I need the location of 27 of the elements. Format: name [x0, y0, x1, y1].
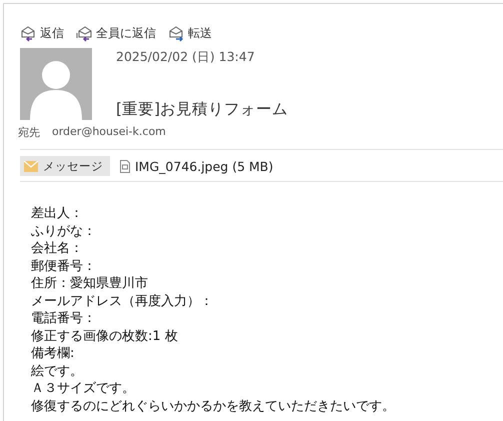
body-text-line: 備考欄: — [31, 345, 76, 362]
body-text-line: 修正する画像の枚数:1 枚 — [31, 328, 179, 345]
file-icon — [120, 160, 130, 172]
body-text-line: 差出人： — [31, 205, 84, 222]
email-subject: [重要]お見積りフォーム — [116, 99, 288, 120]
sent-date: 2025/02/02 (日) 13:47 — [116, 49, 256, 66]
body-text-line: メールアドレス（再度入力）： — [31, 292, 214, 310]
attachment-tab[interactable]: IMG_0746.jpeg (5 MB) — [116, 156, 278, 176]
reply-all-icon — [76, 24, 93, 42]
body-text-line: 電話番号： — [31, 310, 97, 328]
reply-icon — [20, 24, 37, 42]
body-text-line: 絵です。 — [31, 362, 84, 380]
recipient-label: 宛先 — [18, 125, 40, 140]
body-text-line: 修復するのにどれぐらいかかるかを教えていただきたいです。 — [31, 398, 396, 415]
body-text-line: 郵便番号： — [31, 258, 97, 275]
message-tab[interactable]: メッセージ — [20, 156, 110, 176]
avatar-icon — [20, 48, 92, 120]
reply-all-button[interactable]: 全員に返信 — [76, 24, 156, 42]
body-text-line: 住所：愛知県豊川市 — [31, 275, 149, 292]
body-text-line: Ａ３サイズです。 — [31, 380, 136, 398]
envelope-icon — [24, 160, 38, 172]
forward-button[interactable]: 転送 — [168, 24, 212, 42]
body-text-line: ふりがな： — [31, 222, 97, 240]
reply-button[interactable]: 返信 — [20, 24, 64, 42]
forward-icon — [168, 24, 185, 42]
body-text-line: 会社名： — [31, 240, 84, 258]
recipient-address[interactable]: order@housei-k.com — [52, 125, 166, 140]
